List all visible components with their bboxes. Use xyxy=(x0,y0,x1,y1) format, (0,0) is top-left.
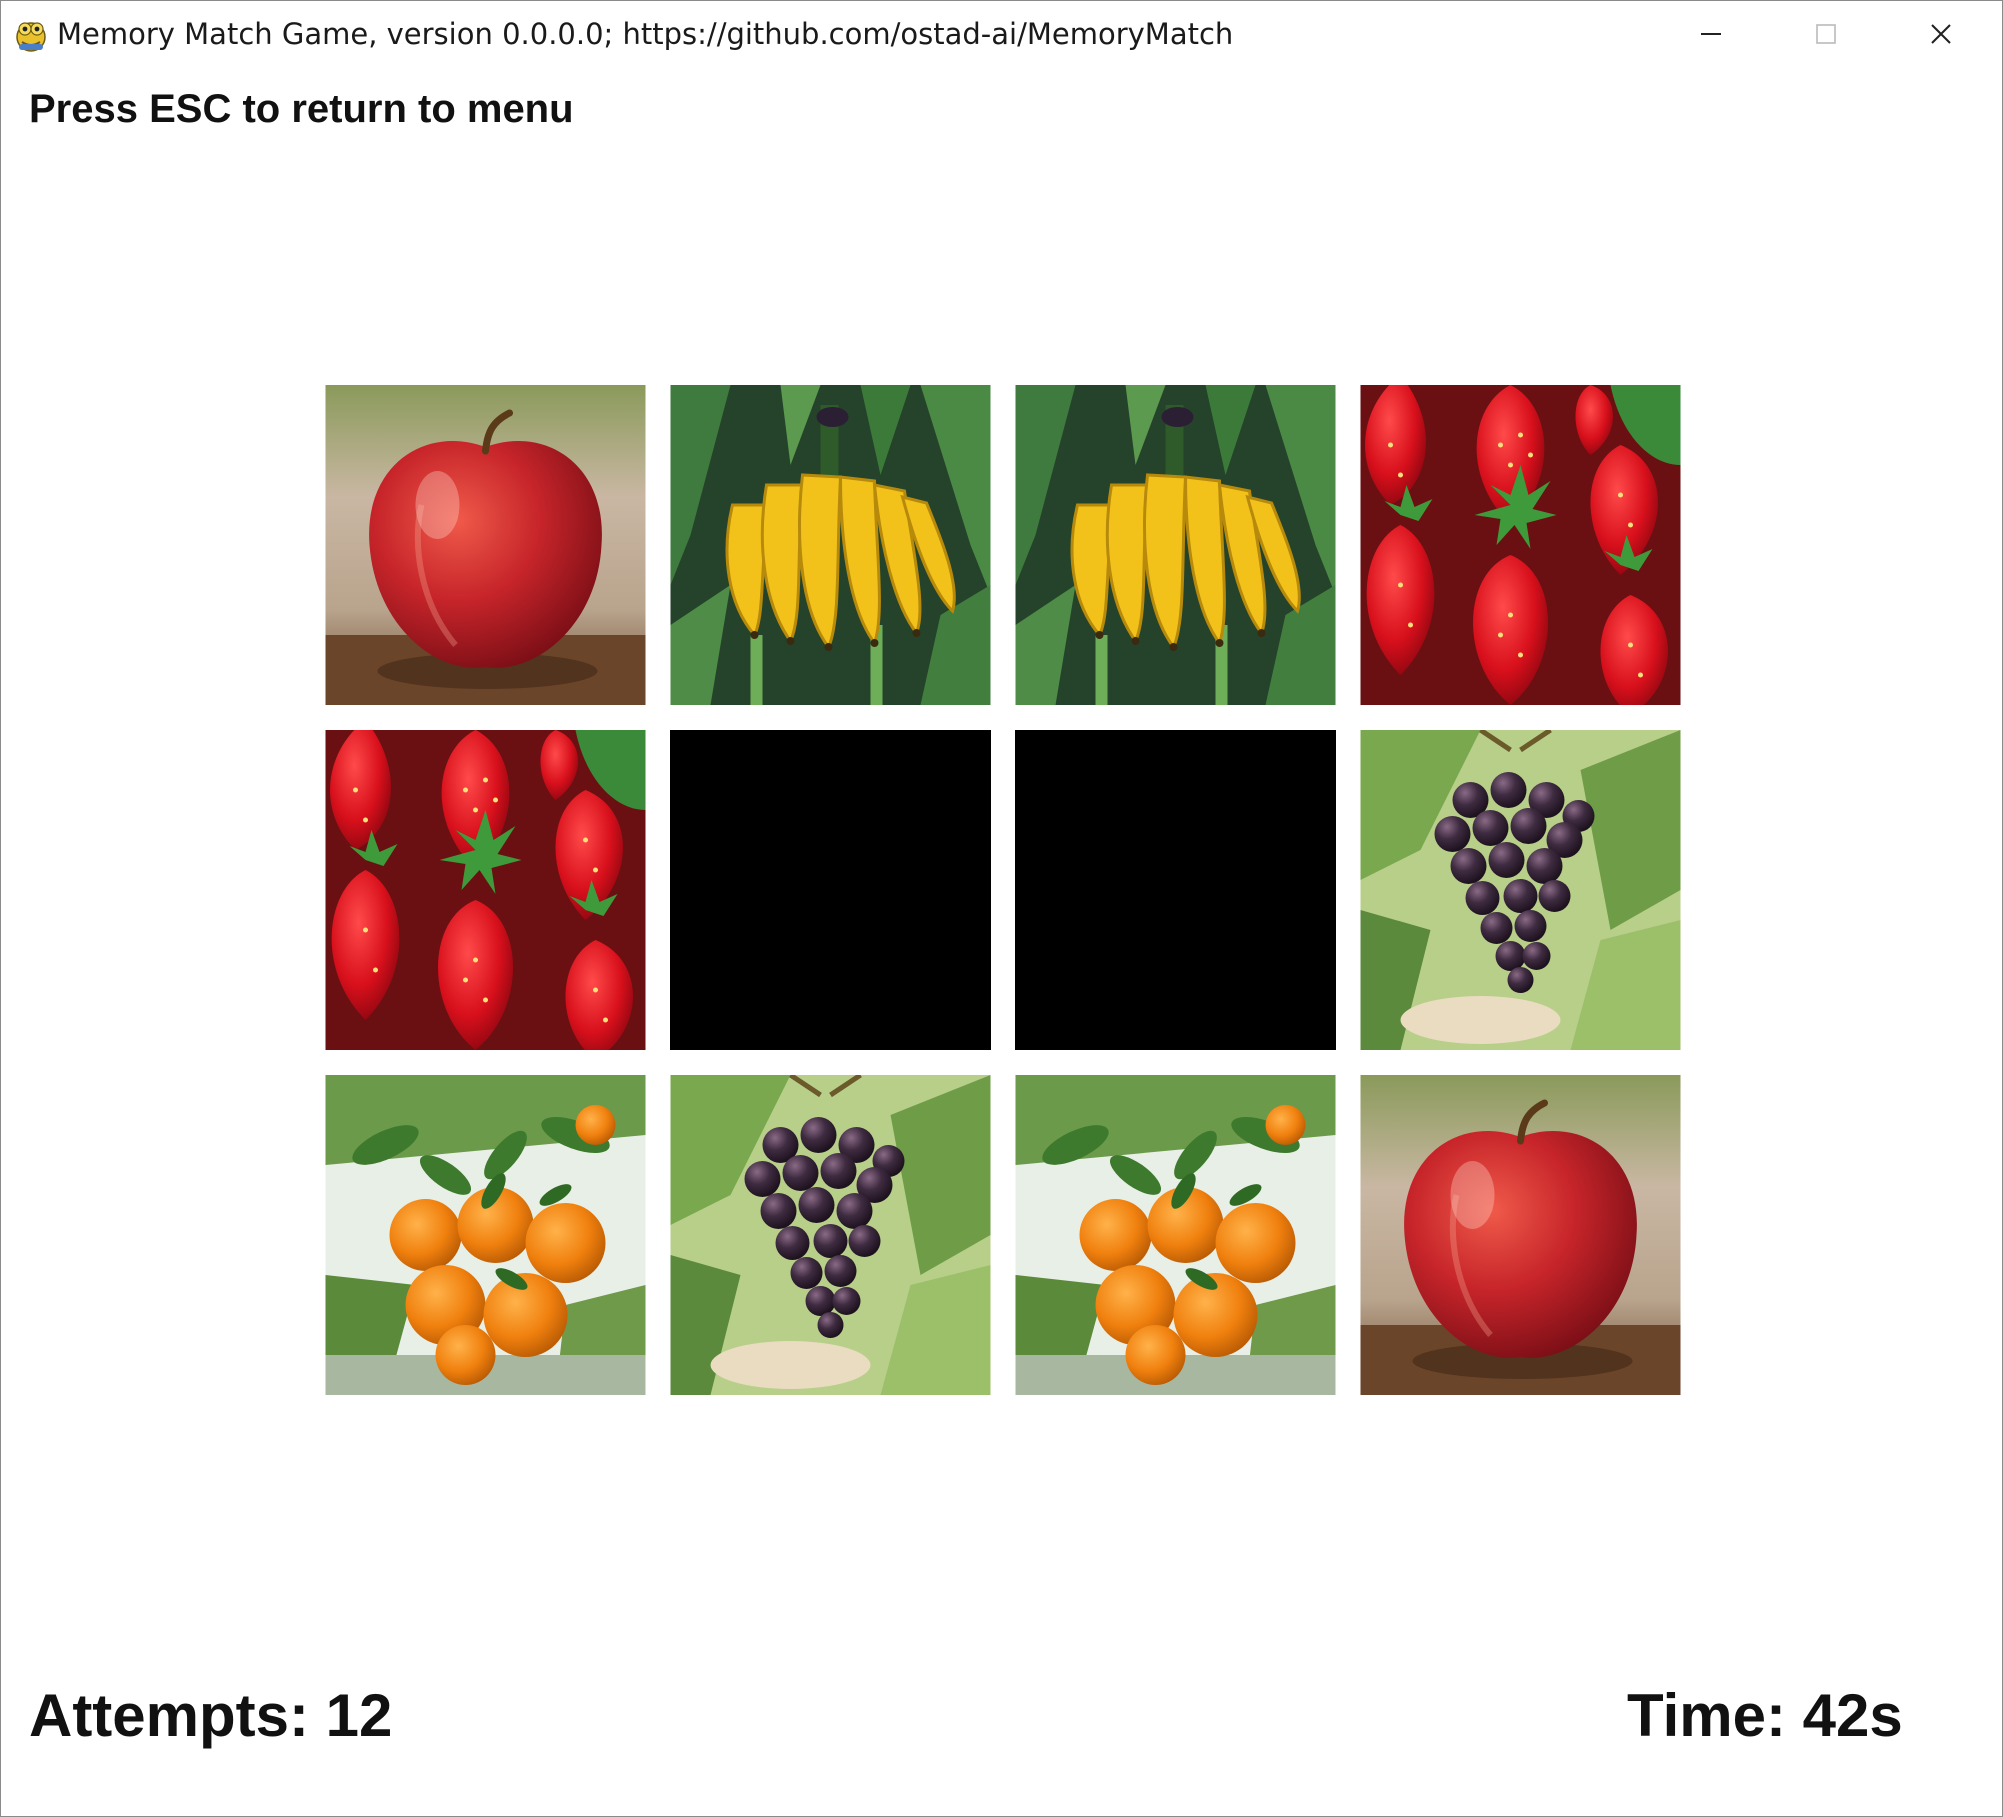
apple-image xyxy=(1360,1075,1681,1395)
card-orange[interactable] xyxy=(325,1075,646,1395)
orange-image xyxy=(1015,1075,1336,1395)
card-apple[interactable] xyxy=(1360,1075,1681,1395)
card-strawberry[interactable] xyxy=(325,730,646,1050)
card-grapes[interactable] xyxy=(1360,730,1681,1050)
card-face-down[interactable] xyxy=(670,730,991,1050)
card-orange[interactable] xyxy=(1015,1075,1336,1395)
maximize-icon xyxy=(1816,24,1836,44)
maximize-button[interactable] xyxy=(1771,1,1881,67)
card-grid xyxy=(325,385,1681,1395)
card-strawberry[interactable] xyxy=(1360,385,1681,705)
window-title: Memory Match Game, version 0.0.0.0; http… xyxy=(57,17,1234,51)
close-icon xyxy=(1931,24,1951,44)
orange-image xyxy=(325,1075,646,1395)
time-counter: Time: 42s xyxy=(1627,1682,1903,1749)
card-banana[interactable] xyxy=(670,385,991,705)
banana-image xyxy=(1015,385,1336,705)
grapes-image xyxy=(1360,730,1681,1050)
grapes-image xyxy=(670,1075,991,1395)
attempts-counter: Attempts: 12 xyxy=(29,1682,393,1749)
card-grapes[interactable] xyxy=(670,1075,991,1395)
close-button[interactable] xyxy=(1886,1,1996,67)
card-banana[interactable] xyxy=(1015,385,1336,705)
strawberry-image xyxy=(1360,385,1681,705)
title-bar[interactable]: Memory Match Game, version 0.0.0.0; http… xyxy=(1,1,2002,67)
minimize-icon xyxy=(1701,33,1721,35)
card-face-down[interactable] xyxy=(1015,730,1336,1050)
pygame-snake-icon xyxy=(16,22,46,52)
banana-image xyxy=(670,385,991,705)
game-window: Memory Match Game, version 0.0.0.0; http… xyxy=(0,0,2003,1817)
minimize-button[interactable] xyxy=(1656,1,1766,67)
esc-hint: Press ESC to return to menu xyxy=(29,87,574,131)
strawberry-image xyxy=(325,730,646,1050)
apple-image xyxy=(325,385,646,705)
card-apple[interactable] xyxy=(325,385,646,705)
